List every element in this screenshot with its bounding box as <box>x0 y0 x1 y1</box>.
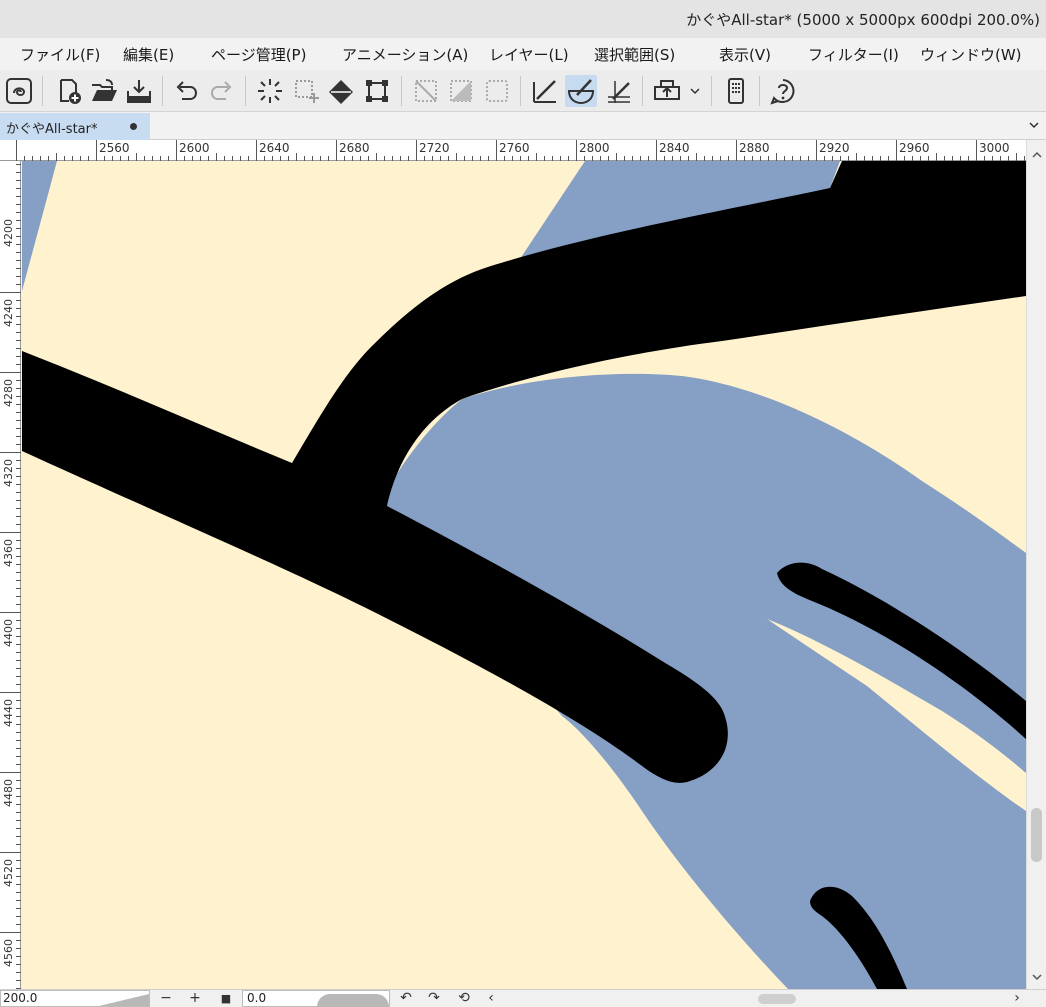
ruler-label: 4560 <box>2 939 15 967</box>
horizontal-scroll-thumb[interactable] <box>758 994 796 1004</box>
clip-studio-logo-icon[interactable] <box>3 75 35 107</box>
zoom-out-button[interactable]: − <box>157 990 175 1007</box>
snap-to-ruler-icon[interactable] <box>529 75 561 107</box>
zoom-slider-level <box>99 994 149 1006</box>
ruler-label: 2760 <box>499 141 530 155</box>
blue-region-main <box>380 373 1026 989</box>
menu-view[interactable]: 表示(V) <box>719 44 771 65</box>
vertical-scroll-thumb[interactable] <box>1031 808 1042 862</box>
ruler-label: 2840 <box>659 141 690 155</box>
ruler-label: 4400 <box>2 619 15 647</box>
ruler-label: 4200 <box>2 219 15 247</box>
menu-layer[interactable]: レイヤー(L) <box>489 44 569 65</box>
window-title: かぐやAll-star* (5000 x 5000px 600dpi 200.0… <box>686 11 1040 29</box>
rotate-left-button[interactable]: ↶ <box>397 990 415 1007</box>
select-all-icon[interactable] <box>481 75 513 107</box>
navigator-status-bar: 200.0 − + ■ 0.0 ↶ ↷ ⟲ ‹ › <box>0 989 1046 1007</box>
document-tab-bar: かぐやAll-star* <box>0 112 1046 140</box>
horizontal-ruler: 2560 2600 2640 2680 2720 2760 2800 2840 … <box>0 140 1046 161</box>
ruler-label: 4280 <box>2 379 15 407</box>
reset-rotation-button[interactable]: ⟲ <box>455 990 473 1007</box>
ruler-label: 2560 <box>99 141 130 155</box>
scroll-up-icon[interactable] <box>1032 144 1042 163</box>
ruler-label: 2680 <box>339 141 370 155</box>
new-file-icon[interactable] <box>53 75 85 107</box>
menu-bar: ファイル(F) 編集(E) ページ管理(P) アニメーション(A) レイヤー(L… <box>0 38 1046 70</box>
fill-icon[interactable] <box>325 75 357 107</box>
scroll-down-icon[interactable] <box>1032 966 1042 985</box>
menu-animation[interactable]: アニメーション(A) <box>342 44 468 65</box>
horizontal-scrollbar[interactable]: ‹ › <box>482 990 1026 1007</box>
scroll-right-icon[interactable]: › <box>1008 990 1026 1007</box>
ruler-label: 4520 <box>2 859 15 887</box>
clear-selection-icon[interactable] <box>254 75 286 107</box>
zoom-slider[interactable]: 200.0 <box>0 990 150 1007</box>
scroll-left-icon[interactable]: ‹ <box>482 990 500 1007</box>
blue-region-topleft <box>22 161 57 291</box>
open-folder-icon[interactable] <box>88 75 120 107</box>
zoom-value[interactable]: 200.0 <box>3 991 37 1005</box>
ruler-label: 2640 <box>259 141 290 155</box>
zoom-in-button[interactable]: + <box>186 990 204 1007</box>
chevron-down-icon[interactable] <box>1028 117 1040 137</box>
snap-to-grid-icon[interactable] <box>603 75 635 107</box>
drawing-canvas[interactable] <box>22 161 1026 989</box>
invert-selection-icon[interactable] <box>445 75 477 107</box>
ruler-label: 2720 <box>419 141 450 155</box>
rotation-slider[interactable]: 0.0 <box>242 990 390 1007</box>
menu-selection[interactable]: 選択範囲(S) <box>594 44 675 65</box>
title-bar: かぐやAll-star* (5000 x 5000px 600dpi 200.0… <box>0 0 1046 38</box>
ruler-label: 4440 <box>2 699 15 727</box>
undo-icon[interactable] <box>170 75 202 107</box>
export-icon[interactable] <box>650 75 702 107</box>
ruler-label: 4320 <box>2 459 15 487</box>
deselect-icon[interactable] <box>290 75 322 107</box>
fit-to-window-button[interactable]: ■ <box>217 990 235 1007</box>
vertical-scrollbar[interactable] <box>1026 140 1046 989</box>
ruler-label: 4360 <box>2 539 15 567</box>
ruler-label: 2920 <box>819 141 850 155</box>
ruler-label: 4480 <box>2 779 15 807</box>
ruler-label: 2960 <box>899 141 930 155</box>
companion-mode-icon[interactable] <box>720 75 752 107</box>
document-tab-label: かぐやAll-star* <box>6 122 98 137</box>
menu-edit[interactable]: 編集(E) <box>123 44 174 65</box>
transform-icon[interactable] <box>361 75 393 107</box>
rotate-right-button[interactable]: ↷ <box>425 990 443 1007</box>
artwork <box>22 161 1026 989</box>
snap-to-special-ruler-icon[interactable] <box>565 75 597 107</box>
hide-selection-icon[interactable] <box>410 75 442 107</box>
save-icon[interactable] <box>123 75 155 107</box>
ruler-label: 2600 <box>179 141 210 155</box>
ruler-label: 2880 <box>739 141 770 155</box>
menu-filter[interactable]: フィルター(I) <box>808 44 899 65</box>
app-window: かぐやAll-star* (5000 x 5000px 600dpi 200.0… <box>0 0 1046 1007</box>
help-icon[interactable] <box>767 75 799 107</box>
vertical-ruler: 4200 4240 4280 4320 4360 4400 4440 4480 … <box>0 161 21 989</box>
rotation-slider-level <box>317 994 389 1007</box>
redo-icon[interactable] <box>206 75 238 107</box>
menu-window[interactable]: ウィンドウ(W) <box>920 44 1022 65</box>
ruler-label: 2800 <box>579 141 610 155</box>
ruler-label: 3000 <box>979 141 1010 155</box>
document-tab[interactable]: かぐやAll-star* <box>0 113 150 140</box>
ruler-label: 4240 <box>2 299 15 327</box>
command-bar <box>0 70 1046 112</box>
menu-page[interactable]: ページ管理(P) <box>211 44 306 65</box>
rotation-value[interactable]: 0.0 <box>247 991 266 1005</box>
menu-file[interactable]: ファイル(F) <box>20 44 100 65</box>
unsaved-indicator[interactable] <box>130 123 137 130</box>
